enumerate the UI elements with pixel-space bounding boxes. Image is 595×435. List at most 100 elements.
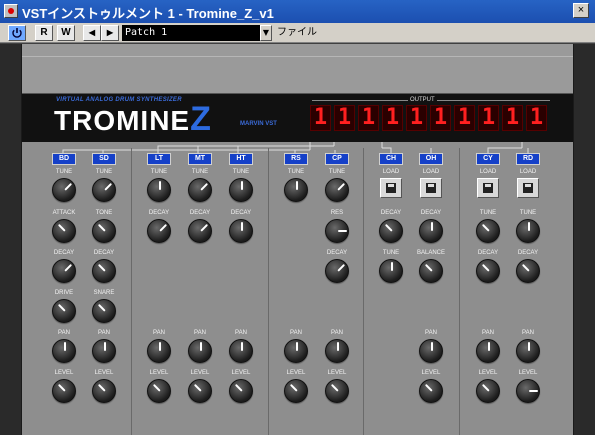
- output-led: 1: [358, 105, 379, 131]
- write-automation-button[interactable]: W: [57, 25, 75, 41]
- cp-decay-label: DECAY: [326, 250, 348, 256]
- output-label: OUTPUT: [408, 97, 437, 103]
- mt-decay-knob[interactable]: [188, 219, 212, 243]
- bd-pan-label: PAN: [58, 330, 70, 336]
- bd-decay-knob[interactable]: [52, 259, 76, 283]
- cp-decay-knob[interactable]: [325, 259, 349, 283]
- cy-level-label: LEVEL: [478, 370, 498, 376]
- lt-tune-knob[interactable]: [147, 178, 171, 202]
- ht-level-knob[interactable]: [229, 379, 253, 403]
- patch-dropdown-button[interactable]: ▼: [260, 25, 272, 41]
- cy-pan-knob[interactable]: [476, 339, 500, 363]
- cy-load-button[interactable]: [477, 178, 499, 198]
- channel-tag-rd: RD: [516, 153, 540, 165]
- cp-level-label: LEVEL: [327, 370, 347, 376]
- bd-level-knob[interactable]: [52, 379, 76, 403]
- rd-decay-knob[interactable]: [516, 259, 540, 283]
- mt-pan-knob[interactable]: [188, 339, 212, 363]
- rs-tune-knob[interactable]: [284, 178, 308, 202]
- oh-load-button[interactable]: [420, 178, 442, 198]
- sd-decay-knob[interactable]: [92, 259, 116, 283]
- app-icon[interactable]: [4, 4, 18, 18]
- rs-level-knob[interactable]: [284, 379, 308, 403]
- bd-tune-label: TUNE: [55, 169, 73, 175]
- lt-level-knob[interactable]: [147, 379, 171, 403]
- ch-load-button[interactable]: [380, 178, 402, 198]
- bd-pan-knob[interactable]: [52, 339, 76, 363]
- cp-tune-knob[interactable]: [325, 178, 349, 202]
- ht-decay-label: DECAY: [230, 210, 252, 216]
- maker-label: MARVIN VST: [240, 121, 277, 127]
- output-led: 1: [526, 105, 547, 131]
- mt-decay-label: DECAY: [189, 210, 211, 216]
- sd-snare-knob[interactable]: [92, 299, 116, 323]
- rd-level-knob[interactable]: [516, 379, 540, 403]
- ht-tune-knob[interactable]: [229, 178, 253, 202]
- rd-level-label: LEVEL: [518, 370, 538, 376]
- sd-tune-knob[interactable]: [92, 178, 116, 202]
- lt-pan-knob[interactable]: [147, 339, 171, 363]
- sd-tune-label: TUNE: [95, 169, 113, 175]
- cy-decay-knob[interactable]: [476, 259, 500, 283]
- vst-instrument-window: VSTインストゥルメント 1 - Tromine_Z_v1 × R W ◀ ▶ …: [0, 0, 595, 435]
- bd-attack-knob[interactable]: [52, 219, 76, 243]
- sd-tone-label: TONE: [95, 210, 113, 216]
- lt-tune-label: TUNE: [150, 169, 168, 175]
- channel-tag-mt: MT: [188, 153, 212, 165]
- cp-res-knob[interactable]: [325, 219, 349, 243]
- sd-pan-knob[interactable]: [92, 339, 116, 363]
- close-button[interactable]: ×: [573, 3, 589, 18]
- cp-pan-knob[interactable]: [325, 339, 349, 363]
- cp-res-label: RES: [330, 210, 344, 216]
- rd-pan-knob[interactable]: [516, 339, 540, 363]
- cp-pan-label: PAN: [331, 330, 343, 336]
- bd-decay-label: DECAY: [53, 250, 75, 256]
- ht-tune-label: TUNE: [232, 169, 250, 175]
- channel-tag-sd: SD: [92, 153, 116, 165]
- mt-tune-knob[interactable]: [188, 178, 212, 202]
- floppy-disk-icon: [386, 183, 396, 193]
- mt-level-label: LEVEL: [190, 370, 210, 376]
- output-led: 1: [382, 105, 403, 131]
- lt-level-label: LEVEL: [149, 370, 169, 376]
- power-button[interactable]: [8, 25, 26, 41]
- ch-decay-knob[interactable]: [379, 219, 403, 243]
- oh-decay-label: DECAY: [420, 210, 442, 216]
- ht-decay-knob[interactable]: [229, 219, 253, 243]
- rd-tune-knob[interactable]: [516, 219, 540, 243]
- prev-patch-button[interactable]: ◀: [83, 25, 101, 41]
- lt-decay-knob[interactable]: [147, 219, 171, 243]
- ch-tune-label: TUNE: [382, 250, 400, 256]
- hh-level-knob[interactable]: [419, 379, 443, 403]
- channel-tag-ht: HT: [229, 153, 253, 165]
- hh-pan-knob[interactable]: [419, 339, 443, 363]
- bd-drive-knob[interactable]: [52, 299, 76, 323]
- patch-selector[interactable]: Patch 1: [122, 25, 260, 41]
- channel-tag-cp: CP: [325, 153, 349, 165]
- rd-load-button[interactable]: [517, 178, 539, 198]
- cy-level-knob[interactable]: [476, 379, 500, 403]
- cy-tune-knob[interactable]: [476, 219, 500, 243]
- bd-attack-label: ATTACK: [52, 210, 76, 216]
- read-automation-button[interactable]: R: [35, 25, 53, 41]
- rs-pan-knob[interactable]: [284, 339, 308, 363]
- rs-pan-label: PAN: [290, 330, 302, 336]
- output-led: 1: [502, 105, 523, 131]
- next-patch-button[interactable]: ▶: [101, 25, 119, 41]
- sd-tone-knob[interactable]: [92, 219, 116, 243]
- channel-tag-bd: BD: [52, 153, 76, 165]
- ht-pan-knob[interactable]: [229, 339, 253, 363]
- sd-level-knob[interactable]: [92, 379, 116, 403]
- channel-tag-cy: CY: [476, 153, 500, 165]
- oh-balance-knob[interactable]: [419, 259, 443, 283]
- rd-tune-label: TUNE: [519, 210, 537, 216]
- bd-tune-knob[interactable]: [52, 178, 76, 202]
- ch-load-label: LOAD: [382, 169, 400, 175]
- mt-pan-label: PAN: [194, 330, 206, 336]
- title-bar[interactable]: VSTインストゥルメント 1 - Tromine_Z_v1 ×: [0, 0, 595, 23]
- file-menu-button[interactable]: ファイル: [274, 25, 320, 41]
- ch-tune-knob[interactable]: [379, 259, 403, 283]
- mt-level-knob[interactable]: [188, 379, 212, 403]
- cp-level-knob[interactable]: [325, 379, 349, 403]
- oh-decay-knob[interactable]: [419, 219, 443, 243]
